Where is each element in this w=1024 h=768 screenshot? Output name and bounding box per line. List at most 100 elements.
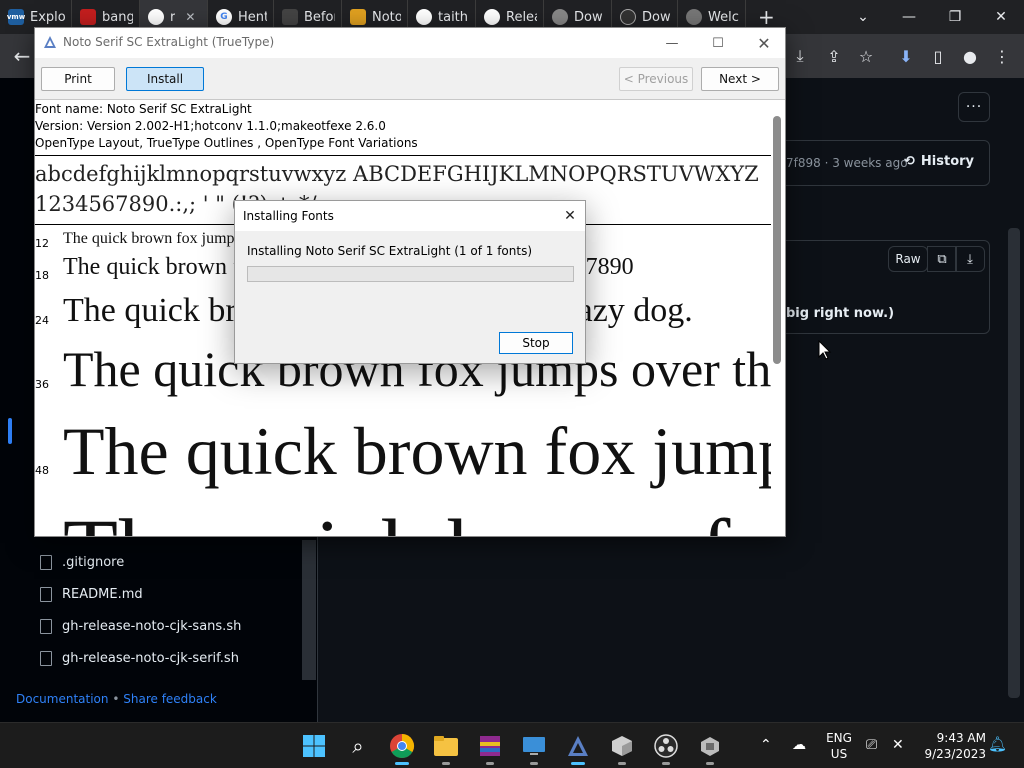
download-favicon-icon <box>552 9 568 25</box>
running-indicator <box>395 762 409 765</box>
copy-icon[interactable]: ⧉ <box>927 246 957 272</box>
print-button[interactable]: Print <box>41 67 115 91</box>
font-viewer-toolbar: Print Install < Previous Next > <box>35 58 785 100</box>
file-item[interactable]: .gitignore <box>40 550 124 574</box>
minimize-icon[interactable]: — <box>649 28 695 58</box>
clock-date: 9/23/2023 <box>924 747 986 761</box>
tab-search-icon[interactable]: ⌄ <box>840 0 886 34</box>
show-hidden-icons-chevron-icon[interactable]: ⌃ <box>760 737 772 753</box>
file-content-text: big right now.) <box>786 306 895 321</box>
github-favicon-icon <box>484 9 500 25</box>
clock[interactable]: 9:43 AM 9/23/2023 <box>918 730 986 762</box>
install-app-icon[interactable]: ⤓ <box>786 42 814 70</box>
side-panel-icon[interactable]: ▯ <box>924 42 952 70</box>
maximize-icon[interactable]: ☐ <box>695 28 741 58</box>
file-item[interactable]: gh-release-noto-cjk-sans.sh <box>40 614 241 638</box>
winrar-taskbar-icon[interactable] <box>474 730 506 765</box>
raw-button[interactable]: Raw <box>888 246 928 272</box>
running-indicator <box>442 762 450 765</box>
preview-scrollbar[interactable] <box>773 116 781 364</box>
vm-taskbar-icon[interactable] <box>694 730 726 765</box>
tab-title: Dow <box>642 9 671 25</box>
download-icon[interactable]: ⤓ <box>955 246 985 272</box>
network-icon[interactable]: ⎚ <box>866 737 877 753</box>
new-tab-button[interactable]: + <box>746 5 787 29</box>
globe-favicon-icon <box>686 9 702 25</box>
profile-icon[interactable]: ● <box>956 42 984 70</box>
github-favicon-icon <box>416 9 432 25</box>
tab-title: r <box>170 9 176 25</box>
tab-title: Welc <box>708 9 739 25</box>
close-window-icon[interactable]: ✕ <box>741 28 785 58</box>
running-indicator <box>706 762 714 765</box>
region-code: US <box>830 747 848 761</box>
share-feedback-link[interactable]: Share feedback <box>123 692 217 706</box>
file-explorer-taskbar-icon[interactable] <box>430 730 462 765</box>
install-message: Installing Noto Serif SC ExtraLight (1 o… <box>247 244 532 258</box>
installing-fonts-dialog: Installing Fonts ✕ Installing Noto Serif… <box>234 200 586 364</box>
close-window-icon[interactable]: ✕ <box>978 0 1024 34</box>
file-item[interactable]: gh-release-noto-cjk-serif.sh <box>40 646 239 670</box>
file-icon <box>40 650 52 666</box>
font-app-icon <box>568 736 588 756</box>
file-icon <box>40 554 52 570</box>
history-button[interactable]: ⟲ History <box>904 154 974 169</box>
bookmark-star-icon[interactable]: ☆ <box>852 42 880 70</box>
more-options-button[interactable]: ··· <box>958 92 990 122</box>
tab-title: Befor <box>304 9 335 25</box>
running-indicator <box>486 762 494 765</box>
google-favicon-icon: G <box>216 9 232 25</box>
previous-button[interactable]: < Previous <box>619 67 693 91</box>
windows-taskbar: ⌕ ⌃ ☁ ENG US ⎚ ✕ 9:43 AM 9/23/2023 🔔︎ <box>0 722 1024 768</box>
font-viewer-taskbar-icon[interactable] <box>562 730 594 765</box>
rdp-taskbar-icon[interactable] <box>518 730 550 765</box>
start-button[interactable] <box>298 730 330 762</box>
mouse-cursor-icon <box>818 340 832 360</box>
downloads-icon[interactable]: ⬇ <box>892 42 920 70</box>
restore-icon[interactable]: ❐ <box>932 0 978 34</box>
obs-taskbar-icon[interactable] <box>650 730 682 765</box>
font-app-icon <box>44 36 56 48</box>
footer-links: Documentation • Share feedback <box>16 692 217 706</box>
file-tree-scrollbar[interactable] <box>302 540 316 680</box>
chrome-taskbar-icon[interactable] <box>386 730 418 765</box>
app-taskbar-icon[interactable] <box>606 730 638 765</box>
stop-button[interactable]: Stop <box>499 332 573 354</box>
tab-title: Noto <box>372 9 401 25</box>
share-icon[interactable]: ⇪ <box>820 42 848 70</box>
running-indicator <box>571 762 585 765</box>
documentation-link[interactable]: Documentation <box>16 692 109 706</box>
vmware-favicon-icon: vmw <box>7 9 25 25</box>
language-indicator[interactable]: ENG US <box>822 730 856 762</box>
tab-close-icon[interactable]: ✕ <box>185 10 195 24</box>
file-item[interactable]: README.md <box>40 582 143 606</box>
notification-bell-icon[interactable]: 🔔︎ <box>988 736 1007 752</box>
running-indicator <box>618 762 626 765</box>
sample-text-large: The quick brown fox <box>63 500 771 536</box>
minimize-icon[interactable]: — <box>886 0 932 34</box>
folder-icon <box>434 736 458 756</box>
tab-title: taith <box>438 9 469 25</box>
install-progress-bar <box>247 266 574 282</box>
history-label: History <box>920 154 975 169</box>
next-button[interactable]: Next > <box>701 67 779 91</box>
font-viewer-titlebar: Noto Serif SC ExtraLight (TrueType) — ☐ … <box>35 28 785 58</box>
github-favicon-icon <box>148 9 164 25</box>
size-label: 24 <box>35 314 49 327</box>
menu-kebab-icon[interactable]: ⋮ <box>988 42 1016 70</box>
file-icon <box>40 618 52 634</box>
volume-muted-icon[interactable]: ✕ <box>892 737 904 753</box>
clock-time: 9:43 AM <box>936 731 986 745</box>
onedrive-icon[interactable]: ☁ <box>792 737 806 753</box>
search-icon[interactable]: ⌕ <box>342 730 374 762</box>
close-icon[interactable]: ✕ <box>555 201 585 231</box>
font-version-text: Version: Version 2.002-H1;hotconv 1.1.0;… <box>35 119 386 133</box>
page-scrollbar[interactable] <box>1008 228 1020 698</box>
winrar-icon <box>480 736 500 756</box>
noto-favicon-icon <box>350 9 366 25</box>
back-arrow-icon[interactable]: ← <box>8 42 36 70</box>
install-button[interactable]: Install <box>126 67 204 91</box>
file-name: .gitignore <box>62 554 125 570</box>
size-label: 12 <box>35 237 49 250</box>
divider <box>35 155 771 156</box>
